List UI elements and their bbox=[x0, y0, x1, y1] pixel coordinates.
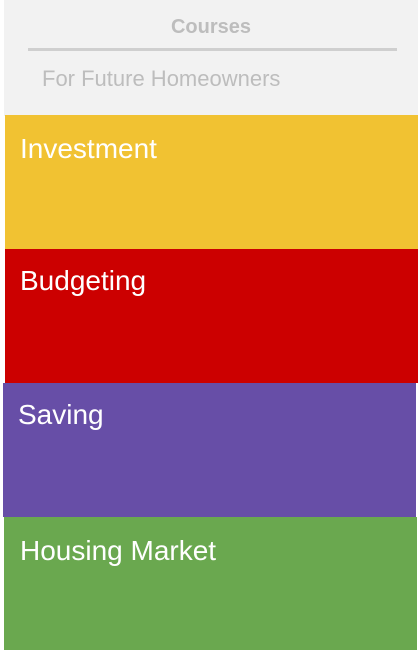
course-label-investment: Investment bbox=[20, 133, 157, 164]
course-label-housing-market: Housing Market bbox=[20, 535, 217, 566]
course-card-investment[interactable]: Investment bbox=[5, 115, 418, 249]
header-divider bbox=[28, 48, 397, 51]
courses-screen: Courses For Future Homeowners Investment… bbox=[0, 0, 418, 650]
course-label-budgeting: Budgeting bbox=[20, 265, 147, 296]
course-card-budgeting[interactable]: Budgeting bbox=[5, 249, 418, 383]
header: Courses For Future Homeowners bbox=[4, 0, 418, 116]
page-title: Courses bbox=[170, 16, 252, 38]
course-label-saving: Saving bbox=[18, 399, 104, 430]
page-subtitle: For Future Homeowners bbox=[42, 66, 281, 91]
course-card-saving[interactable]: Saving bbox=[3, 383, 416, 517]
course-card-housing-market[interactable]: Housing Market bbox=[4, 517, 417, 650]
